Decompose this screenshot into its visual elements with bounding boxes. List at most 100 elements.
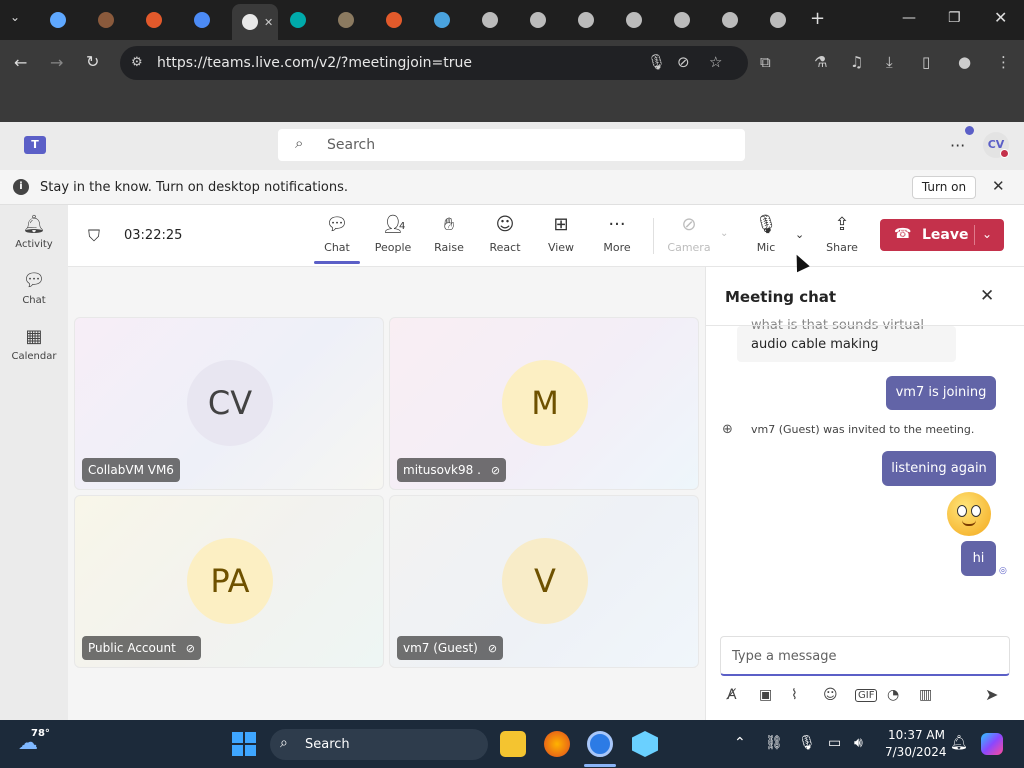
close-icon[interactable]: ✕: [980, 286, 994, 306]
browser-tab[interactable]: [616, 6, 662, 34]
firefox-icon[interactable]: [544, 731, 570, 757]
lab-icon[interactable]: ⚗: [814, 53, 827, 71]
chat-icon: 💬︎: [22, 270, 46, 291]
browser-tab[interactable]: ✕: [232, 4, 278, 40]
volume-icon[interactable]: 🔊︎: [854, 735, 863, 751]
new-tab-button[interactable]: +: [810, 8, 825, 29]
browser-tab[interactable]: [424, 6, 470, 34]
close-tab-icon[interactable]: ✕: [264, 16, 273, 29]
chevron-down-icon[interactable]: ⌄: [982, 227, 992, 241]
control-label: More: [603, 241, 631, 254]
tab-list-chevron-icon[interactable]: ⌄: [10, 10, 20, 24]
browser-tab[interactable]: [520, 6, 566, 34]
chrome-icon[interactable]: [587, 731, 613, 757]
browser-tab[interactable]: [88, 6, 134, 34]
gif-icon[interactable]: GIF: [855, 689, 878, 702]
participant-tile[interactable]: CV CollabVM VM6: [74, 317, 384, 490]
raise-hand-button[interactable]: ✋︎ Raise: [421, 214, 477, 254]
profile-icon[interactable]: ●: [958, 53, 971, 71]
clock-date[interactable]: 7/30/2024: [885, 745, 947, 759]
participant-tile[interactable]: V vm7 (Guest) ⊘: [389, 495, 699, 668]
attach-icon[interactable]: ⌇: [791, 687, 798, 703]
browser-tab[interactable]: [760, 6, 806, 34]
browser-tab[interactable]: [184, 6, 230, 34]
bookmarks-bar: [0, 86, 1024, 122]
start-button[interactable]: [232, 732, 256, 756]
poll-icon[interactable]: ▥: [919, 687, 932, 703]
url-text[interactable]: https://teams.live.com/v2/?meetingjoin=t…: [157, 55, 472, 71]
notification-bell-icon[interactable]: 🔔︎: [950, 735, 968, 751]
close-icon[interactable]: ✕: [992, 177, 1005, 195]
react-button[interactable]: ☺ React: [477, 214, 533, 254]
rail-item-chat[interactable]: 💬︎ Chat: [0, 270, 68, 306]
mic-tray-icon[interactable]: 🎙︎: [798, 735, 816, 751]
more-button[interactable]: ··· More: [589, 214, 645, 254]
close-window-icon[interactable]: ✕: [994, 8, 1007, 27]
browser-tab[interactable]: [136, 6, 182, 34]
side-panel-icon[interactable]: ▯: [922, 53, 930, 71]
chevron-down-icon[interactable]: ⌄: [720, 228, 728, 239]
rail-item-activity[interactable]: 🔔︎ Activity: [0, 214, 68, 250]
send-icon[interactable]: ➤: [985, 685, 998, 704]
taskbar-search[interactable]: ⌕ Search: [270, 729, 488, 760]
clock-time[interactable]: 10:37 AM: [888, 728, 945, 742]
mic-permission-icon[interactable]: 🎙: [647, 53, 666, 71]
browser-tab[interactable]: [40, 6, 86, 34]
people-count: 4: [399, 221, 406, 232]
browser-tab[interactable]: [328, 6, 374, 34]
maximize-icon[interactable]: ❐: [948, 10, 961, 26]
chevron-up-icon[interactable]: ⌃: [734, 735, 746, 751]
site-info-icon[interactable]: ⚙: [131, 55, 143, 70]
rail-label: Chat: [22, 295, 46, 306]
sticker-icon[interactable]: ◔: [887, 687, 899, 703]
display-icon[interactable]: ▭: [828, 735, 841, 751]
settings-more-icon[interactable]: ···: [950, 136, 965, 155]
browser-tab[interactable]: [664, 6, 710, 34]
search-icon: ⌕: [295, 134, 304, 152]
chevron-down-icon[interactable]: ⌄: [795, 228, 804, 241]
download-icon[interactable]: ⤓: [886, 53, 893, 71]
reload-icon[interactable]: ↻: [86, 52, 99, 71]
browser-tab[interactable]: [568, 6, 614, 34]
format-icon[interactable]: A̸: [727, 687, 737, 703]
media-icon[interactable]: ♫: [850, 53, 863, 71]
browser-tab[interactable]: [712, 6, 758, 34]
browser-tab[interactable]: [472, 6, 518, 34]
info-icon: i: [13, 179, 29, 195]
bell-icon: 🔔︎: [22, 214, 46, 235]
file-explorer-icon[interactable]: [500, 731, 526, 757]
teams-logo[interactable]: T: [24, 136, 46, 154]
browser-tab[interactable]: [376, 6, 422, 34]
extensions-icon[interactable]: ⧉: [760, 53, 771, 71]
leave-button[interactable]: ☎ Leave ⌄: [880, 219, 1004, 251]
bookmark-star-icon[interactable]: ☆: [709, 53, 722, 71]
participant-tile[interactable]: PA Public Account ⊘: [74, 495, 384, 668]
camera-blocked-icon[interactable]: ⊘: [677, 53, 690, 71]
people-button[interactable]: 👤︎ People: [365, 214, 421, 254]
back-icon[interactable]: ←: [14, 53, 27, 72]
menu-icon[interactable]: ⋮: [996, 53, 1011, 71]
network-icon[interactable]: ⛓: [765, 735, 783, 751]
search-input[interactable]: ⌕ Search: [278, 129, 745, 161]
control-label: Share: [826, 241, 858, 254]
rail-item-calendar[interactable]: ▦ Calendar: [0, 326, 68, 362]
view-button[interactable]: ⊞ View: [533, 214, 589, 254]
mic-button[interactable]: 🎙︎ Mic: [738, 214, 794, 254]
participant-name: vm7 (Guest) ⊘: [397, 636, 504, 660]
emoji-icon[interactable]: ☺: [823, 687, 838, 703]
minimize-icon[interactable]: —: [902, 10, 916, 26]
share-button[interactable]: ⇪ Share: [814, 214, 870, 254]
control-label: React: [489, 241, 521, 254]
grid-icon: ⊞: [553, 214, 569, 235]
browser-tab[interactable]: [280, 6, 326, 34]
copilot-icon[interactable]: [981, 733, 1003, 755]
participant-tile[interactable]: M mitusovk98 . ⊘: [389, 317, 699, 490]
smile-emoji-icon: [947, 492, 991, 536]
forward-icon[interactable]: →: [50, 53, 63, 72]
turn-on-button[interactable]: Turn on: [912, 176, 976, 199]
shield-icon[interactable]: ⛉: [88, 226, 100, 246]
participant-name: Public Account ⊘: [82, 636, 201, 660]
chat-button[interactable]: 💬︎ Chat: [309, 214, 365, 254]
camera-button[interactable]: ⊘ Camera: [661, 214, 717, 254]
image-icon[interactable]: ▣: [759, 687, 772, 703]
